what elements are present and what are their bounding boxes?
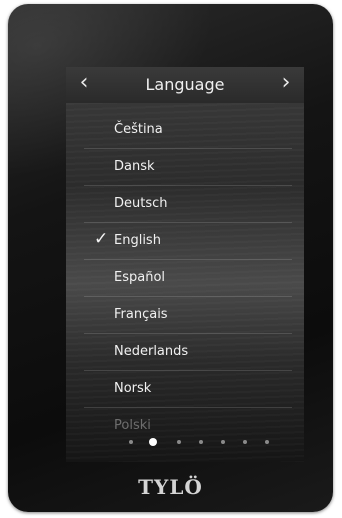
language-item-nederlands[interactable]: Nederlands bbox=[84, 333, 292, 371]
language-label: Čeština bbox=[114, 122, 163, 137]
language-label: Nederlands bbox=[114, 344, 189, 359]
language-list: Čeština Dansk Deutsch ✓ English Español … bbox=[84, 111, 292, 451]
language-label: Polski bbox=[114, 418, 151, 433]
language-label: Français bbox=[114, 307, 168, 322]
chevron-left-icon[interactable]: ‹ bbox=[70, 69, 98, 97]
page-indicator bbox=[66, 435, 304, 449]
page-dot[interactable] bbox=[265, 440, 269, 444]
language-item-norsk[interactable]: Norsk bbox=[84, 370, 292, 408]
chevron-right-icon[interactable]: › bbox=[272, 69, 300, 97]
language-item-espanol[interactable]: Español bbox=[84, 259, 292, 297]
language-label: English bbox=[114, 233, 161, 248]
language-label: Español bbox=[114, 270, 166, 285]
page-title: Language bbox=[145, 75, 225, 94]
touch-screen: ‹ Language › Čeština Dansk Deutsch ✓ Eng… bbox=[66, 67, 304, 462]
tylo-logo: TYLÖ bbox=[138, 475, 203, 499]
page-dot[interactable] bbox=[199, 440, 203, 444]
language-label: Dansk bbox=[114, 159, 155, 174]
language-item-dansk[interactable]: Dansk bbox=[84, 148, 292, 186]
language-item-english[interactable]: ✓ English bbox=[84, 222, 292, 260]
page-dot-active[interactable] bbox=[149, 438, 157, 446]
page-dot[interactable] bbox=[177, 440, 181, 444]
header-bar: ‹ Language › bbox=[66, 67, 304, 103]
page-dot[interactable] bbox=[129, 440, 133, 444]
language-item-deutsch[interactable]: Deutsch bbox=[84, 185, 292, 223]
checkmark-icon: ✓ bbox=[94, 229, 109, 249]
language-item-francais[interactable]: Français bbox=[84, 296, 292, 334]
language-label: Norsk bbox=[114, 381, 152, 396]
device-bezel: ‹ Language › Čeština Dansk Deutsch ✓ Eng… bbox=[8, 4, 333, 512]
language-item-cestina[interactable]: Čeština bbox=[84, 111, 292, 149]
language-label: Deutsch bbox=[114, 196, 168, 211]
page-dot[interactable] bbox=[243, 440, 247, 444]
page-dot[interactable] bbox=[221, 440, 225, 444]
